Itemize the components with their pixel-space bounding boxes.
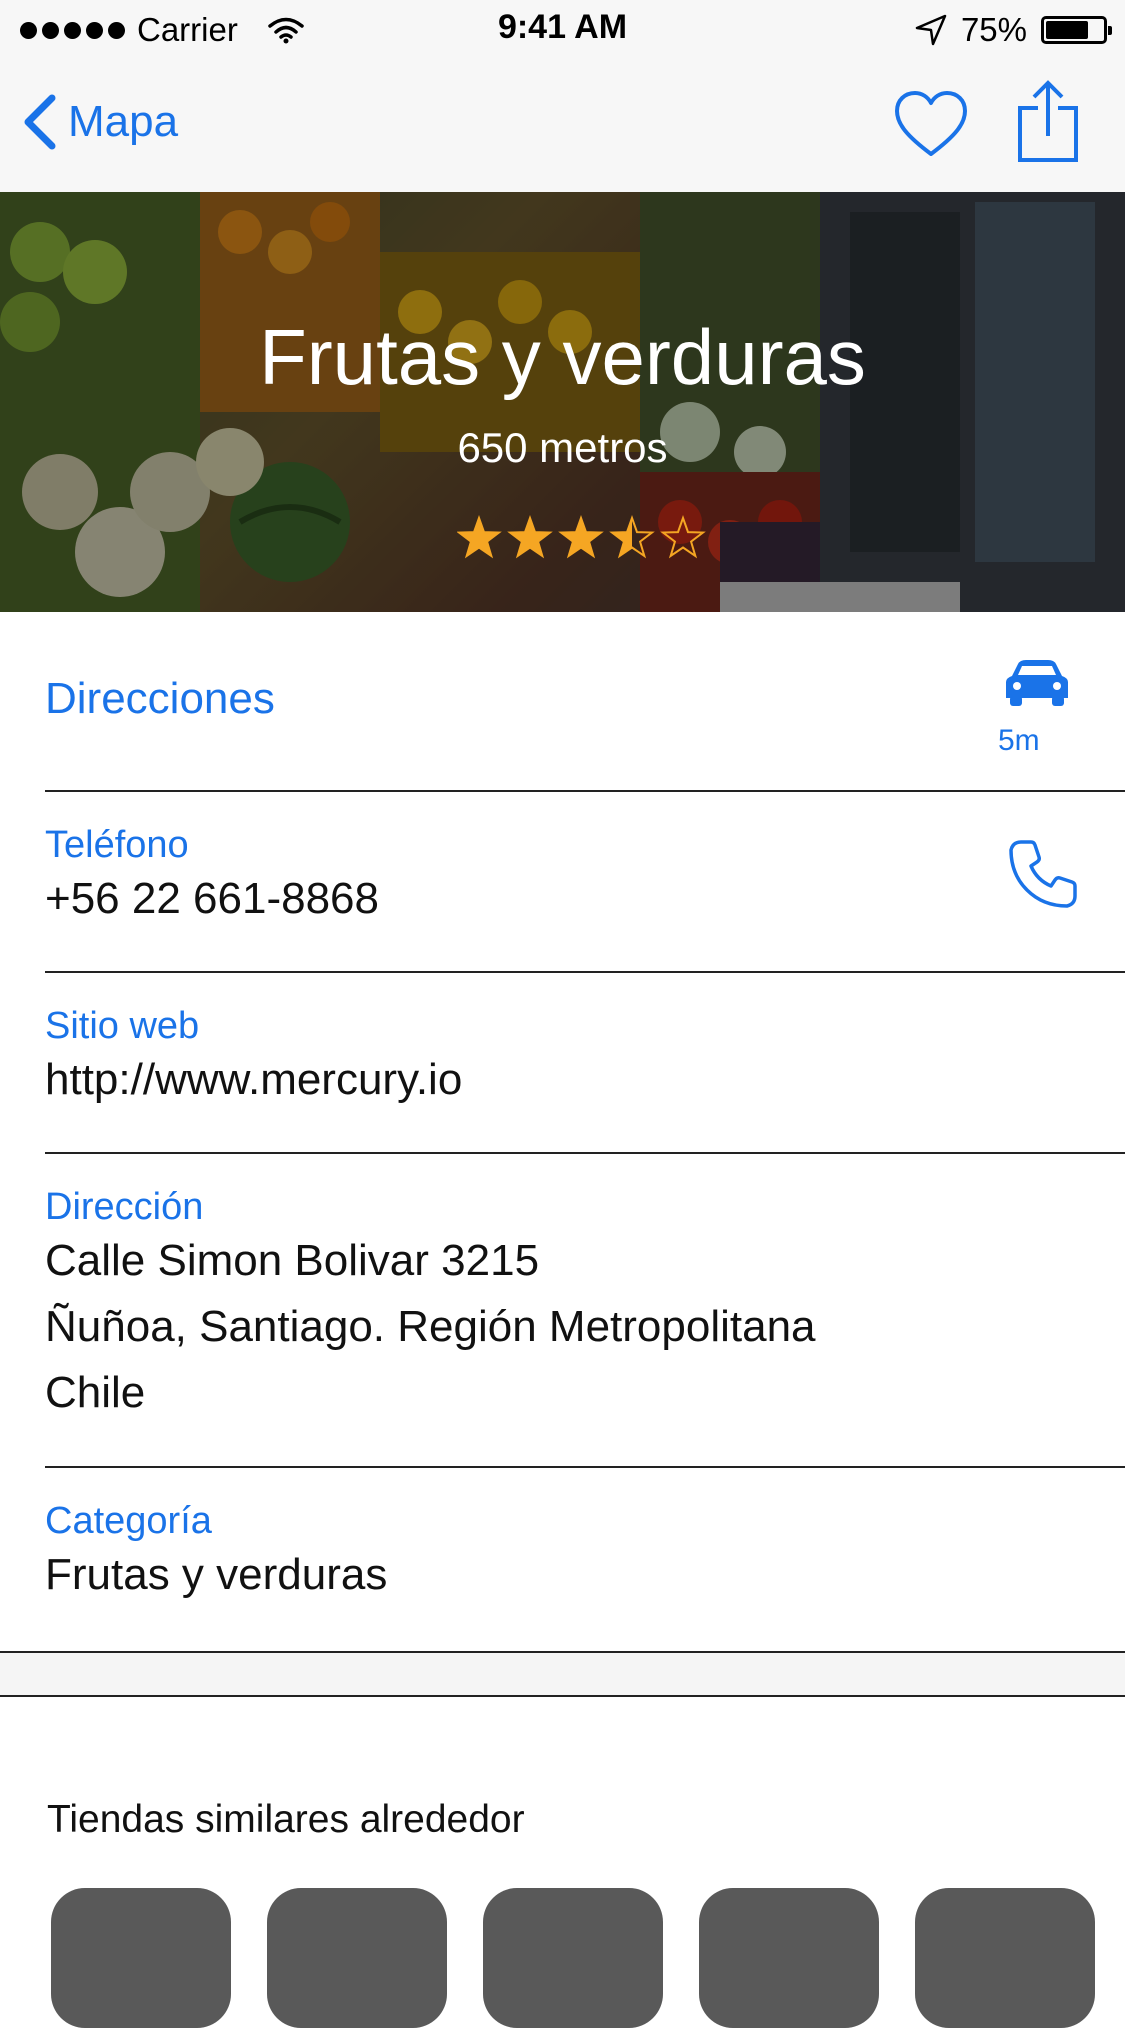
similar-store-tile[interactable] xyxy=(483,1888,663,2028)
heart-icon[interactable] xyxy=(893,90,969,160)
share-icon[interactable] xyxy=(1016,80,1080,164)
back-button[interactable]: Mapa xyxy=(22,94,178,150)
similar-store-tile[interactable] xyxy=(699,1888,879,2028)
phone-icon[interactable] xyxy=(1007,838,1079,910)
battery-icon xyxy=(1041,16,1112,44)
similar-store-tile[interactable] xyxy=(267,1888,447,2028)
location-arrow-icon xyxy=(915,14,947,46)
place-title: Frutas y verduras xyxy=(259,313,866,401)
website-value[interactable]: http://www.mercury.io xyxy=(45,1047,462,1113)
category-row: Categoría Frutas y verduras xyxy=(0,1468,1125,1648)
phone-row[interactable]: Teléfono +56 22 661-8868 xyxy=(0,792,1125,972)
battery-percent: 75% xyxy=(960,11,1027,48)
website-row[interactable]: Sitio web http://www.mercury.io xyxy=(0,973,1125,1153)
address-line-2: Ñuñoa, Santiago. Región Metropolitana xyxy=(45,1302,816,1351)
star-rating xyxy=(457,515,706,559)
star-icon xyxy=(660,515,706,559)
address-line-3: Chile xyxy=(45,1368,146,1417)
star-icon xyxy=(457,515,502,559)
address-label: Dirección xyxy=(45,1186,204,1228)
address-line-1: Calle Simon Bolivar 3215 xyxy=(45,1236,540,1285)
star-icon xyxy=(507,515,553,559)
phone-label: Teléfono xyxy=(45,824,189,866)
similar-store-tile[interactable] xyxy=(51,1888,231,2028)
place-distance: 650 metros xyxy=(457,424,668,471)
category-value: Frutas y verduras xyxy=(45,1550,388,1599)
back-button-label: Mapa xyxy=(68,97,179,146)
status-bar: Carrier 9:41 AM 75% xyxy=(0,0,1125,60)
website-label: Sitio web xyxy=(45,1005,200,1047)
chevron-left-icon xyxy=(24,94,56,150)
directions-label: Direcciones xyxy=(45,674,275,723)
star-icon xyxy=(558,515,604,559)
section-divider xyxy=(0,1651,1125,1697)
hero-image: Frutas y verduras 650 metros xyxy=(0,192,1125,612)
nav-bar: Mapa xyxy=(0,60,1125,192)
directions-eta: 5m xyxy=(998,724,1040,757)
directions-row[interactable]: Direcciones 5m xyxy=(0,612,1125,792)
category-label: Categoría xyxy=(45,1500,212,1542)
similar-store-tile[interactable] xyxy=(915,1888,1095,2028)
status-bar-right: 75% xyxy=(915,10,1112,50)
car-icon xyxy=(1006,660,1068,706)
phone-value[interactable]: +56 22 661-8868 xyxy=(45,866,379,932)
similar-stores-title: Tiendas similares alrededor xyxy=(47,1798,525,1841)
address-row[interactable]: Dirección Calle Simon Bolivar 3215 Ñuñoa… xyxy=(0,1154,1125,1464)
